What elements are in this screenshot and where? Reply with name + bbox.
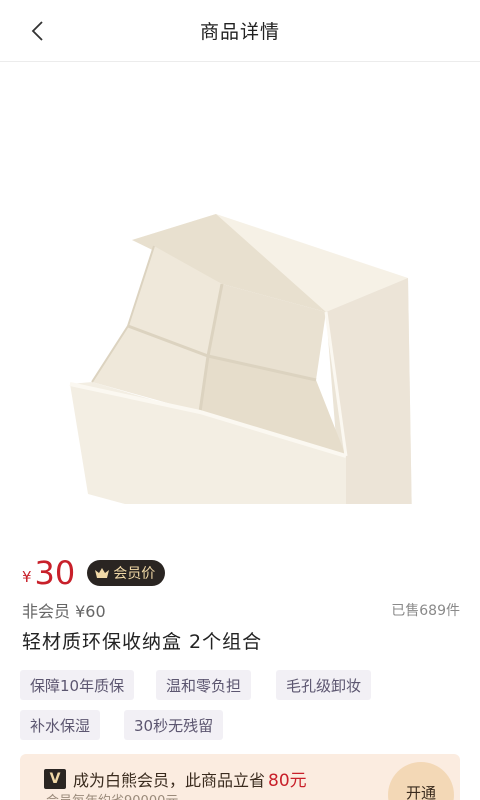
membership-text: 成为白熊会员，此商品立省 — [73, 770, 266, 790]
tag-hydrating[interactable]: 补水保湿 — [20, 710, 101, 740]
membership-banner[interactable]: V 成为白熊会员，此商品立省 80元 会员每年约省90000元 开通 — [20, 754, 460, 800]
back-button[interactable] — [22, 16, 52, 46]
vip-logo-icon: V — [44, 768, 66, 789]
price-sub-row: 非会员 ¥60 已售689件 — [22, 598, 460, 622]
tag-no-residue[interactable]: 30秒无残留 — [124, 710, 224, 740]
tag-pore-cleansing[interactable]: 毛孔级卸妆 — [276, 670, 372, 700]
membership-line: V 成为白熊会员，此商品立省 80元 — [44, 766, 307, 791]
open-membership-button[interactable]: 开通 — [388, 762, 454, 800]
page-title: 商品详情 — [199, 21, 280, 43]
currency-symbol: ¥ — [22, 568, 32, 586]
member-price-badge: 会员价 — [87, 560, 166, 586]
crown-icon — [95, 568, 110, 578]
membership-subtext: 会员每年约省90000元 — [46, 790, 178, 800]
tag-gentle[interactable]: 温和零负担 — [156, 670, 252, 700]
member-price: 30 — [34, 554, 76, 592]
membership-savings: 80元 — [268, 771, 307, 791]
sold-count: 已售689件 — [391, 603, 460, 619]
top-nav-bar: 商品详情 — [0, 0, 480, 62]
chevron-left-icon — [31, 21, 43, 41]
product-image — [69, 214, 412, 504]
product-title: 轻材质环保收纳盒 2个组合 — [22, 631, 263, 653]
product-gallery[interactable]: 2 /8 — [0, 62, 480, 540]
tag-warranty[interactable]: 保障10年质保 — [20, 670, 135, 700]
member-badge-label: 会员价 — [113, 566, 156, 582]
non-member-price: 非会员 ¥60 — [22, 602, 106, 621]
price-row: ¥ 30 会员价 — [22, 553, 166, 593]
